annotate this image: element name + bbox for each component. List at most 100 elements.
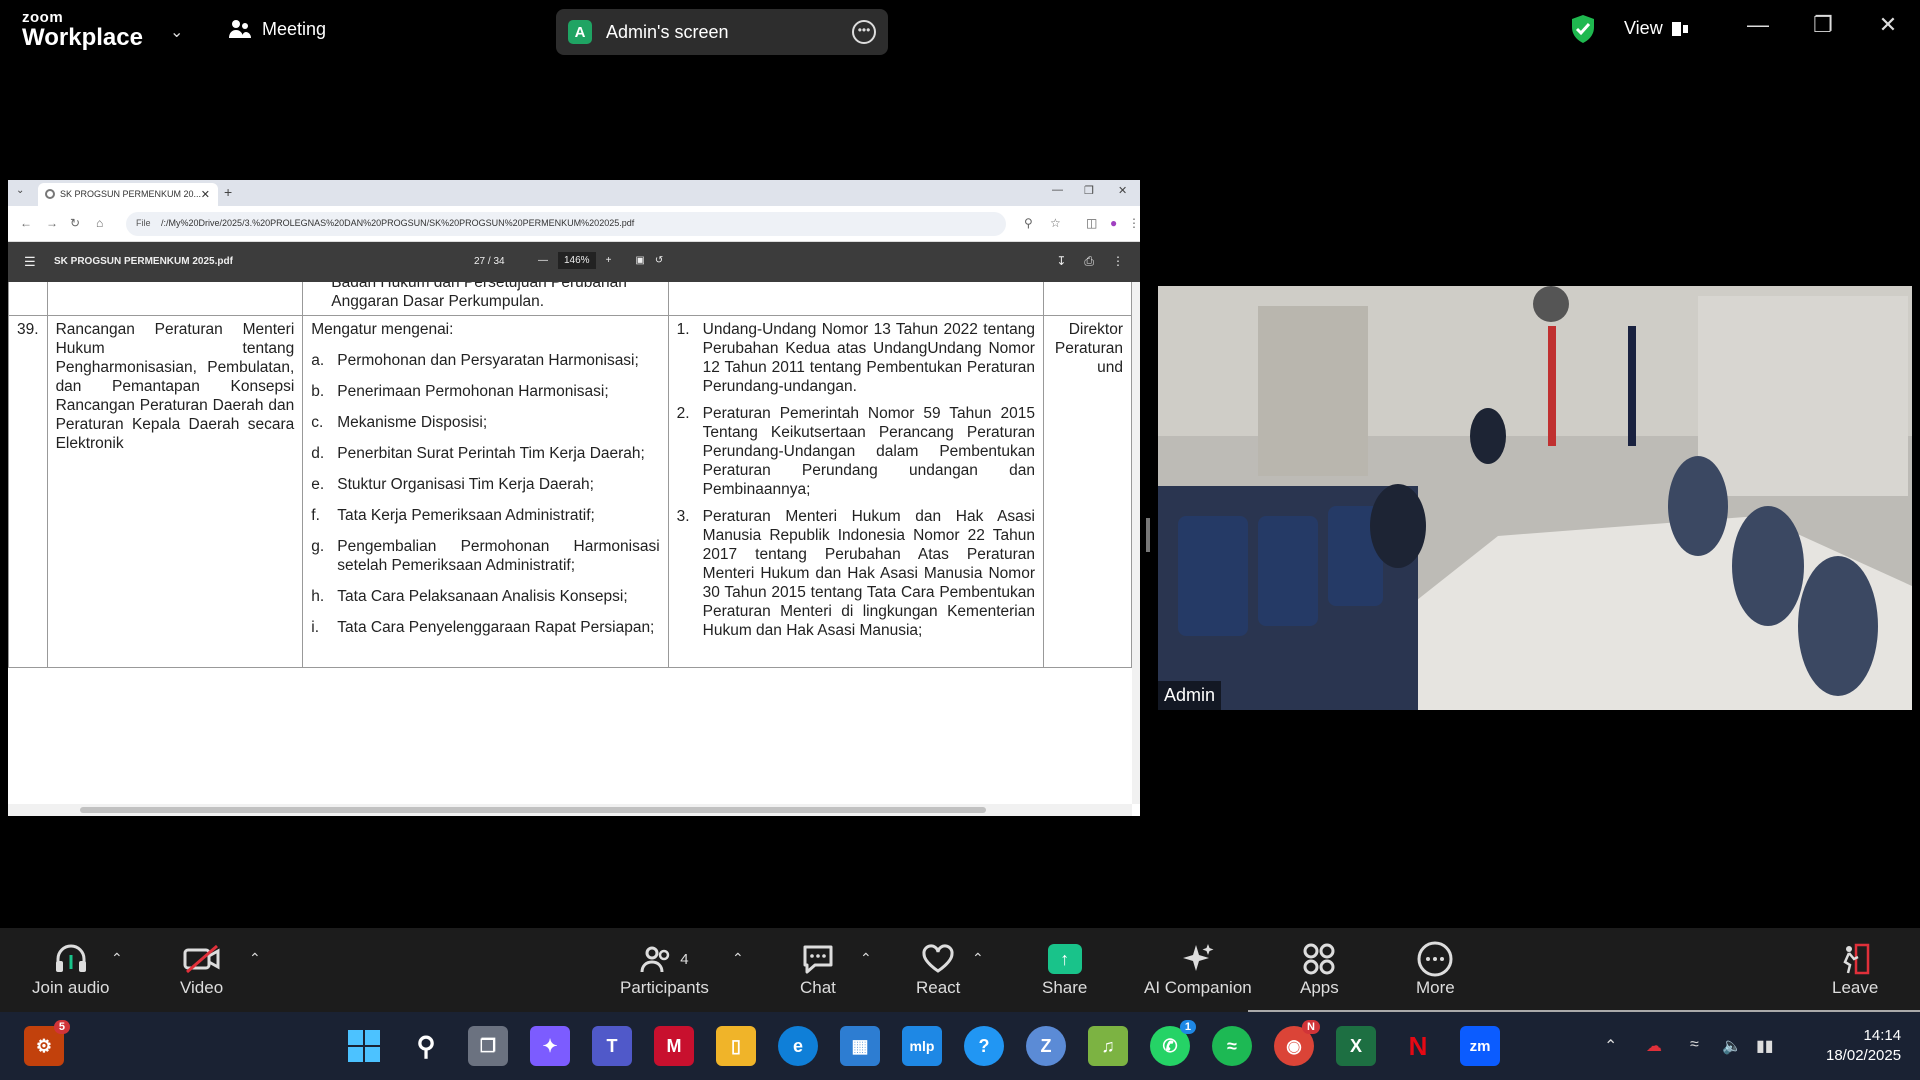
list-item: i. Tata Cara Penyelenggaraan Rapat Persia…	[311, 619, 655, 636]
encryption-shield-icon[interactable]	[1570, 14, 1596, 44]
music-app-icon[interactable]: ♫	[1088, 1026, 1128, 1066]
windows-start-icon[interactable]	[344, 1026, 384, 1066]
profile-icon[interactable]: ●	[1110, 216, 1117, 230]
share-button[interactable]: ↑ Share	[1042, 940, 1087, 998]
edge-icon[interactable]: e	[778, 1026, 818, 1066]
download-icon[interactable]: ↧	[1056, 254, 1066, 269]
minimize-icon[interactable]: —	[1738, 12, 1778, 38]
rotate-icon[interactable]: ↺	[655, 255, 663, 266]
copilot-icon[interactable]: ✦	[530, 1026, 570, 1066]
chevron-down-icon[interactable]: ⌄	[170, 22, 183, 42]
video-options-caret[interactable]: ⌃	[249, 950, 261, 967]
sparkle-icon	[1182, 944, 1214, 971]
extensions-icon[interactable]: ◫	[1086, 216, 1097, 230]
panel-resize-handle[interactable]	[1146, 518, 1150, 552]
regulation-scope: Mengatur mengenai: a. Permohonan dan Pers…	[302, 315, 669, 668]
horizontal-scrollbar[interactable]	[8, 804, 1132, 816]
screen-share-indicator[interactable]: A Admin's screen •••	[556, 9, 888, 55]
vertical-scrollbar[interactable]	[1132, 282, 1140, 804]
participants-button[interactable]: 4 Participants	[620, 940, 709, 998]
react-options-caret[interactable]: ⌃	[972, 950, 984, 967]
microsoft-store-icon[interactable]: ▦	[840, 1026, 880, 1066]
url-input[interactable]: File /:/My%20Drive/2025/3.%20PROLEGNAS%2…	[126, 212, 1006, 236]
owner-line: Peraturan	[1054, 340, 1123, 357]
netflix-icon[interactable]: N	[1398, 1026, 1438, 1066]
close-tab-icon[interactable]: ✕	[201, 188, 210, 201]
chrome-icon[interactable]: ◉ N	[1274, 1020, 1320, 1066]
leave-label: Leave	[1832, 978, 1879, 997]
list-item: d. Penerbitan Surat Perintah Tim Kerja Da…	[311, 445, 645, 462]
browser-minimize-icon[interactable]: —	[1052, 184, 1063, 196]
participants-icon	[640, 946, 670, 973]
more-options-icon[interactable]: •••	[852, 20, 876, 44]
url-file-label: File	[136, 218, 151, 228]
zoom-meeting-icon[interactable]: Z	[1026, 1026, 1066, 1066]
zoom-in-icon[interactable]: +	[606, 255, 612, 266]
excel-icon[interactable]: X	[1336, 1026, 1376, 1066]
browser-restore-icon[interactable]: ❐	[1084, 184, 1094, 197]
chat-button[interactable]: Chat	[800, 940, 836, 998]
tray-overflow-icon[interactable]: ⌃	[1604, 1036, 1617, 1056]
restore-icon[interactable]: ❐	[1803, 12, 1843, 38]
zoom-app-icon[interactable]: zm	[1460, 1026, 1500, 1066]
teams-icon[interactable]: T	[592, 1026, 632, 1066]
pdf-more-icon[interactable]: ⋮	[1112, 254, 1124, 269]
fit-page-icon[interactable]: ▣	[635, 255, 644, 266]
video-button[interactable]: Video	[180, 940, 223, 998]
chat-options-caret[interactable]: ⌃	[860, 950, 872, 967]
apps-button[interactable]: Apps	[1300, 940, 1339, 998]
tab-search-icon[interactable]: ⌄	[16, 185, 24, 196]
forward-icon[interactable]: →	[46, 216, 58, 230]
pdf-menu-icon[interactable]: ☰	[24, 254, 36, 270]
prev-row-scope-tail: Badan Hukum dan Persetujuan Perubahan An…	[302, 282, 669, 316]
spotify-icon[interactable]: ≈	[1212, 1026, 1252, 1066]
leave-button[interactable]: Leave	[1832, 940, 1878, 998]
mcafee-icon[interactable]: M	[654, 1026, 694, 1066]
onedrive-error-icon[interactable]: ☁	[1646, 1036, 1662, 1056]
file-explorer-icon[interactable]: ▯	[716, 1026, 756, 1066]
scrollbar-thumb[interactable]	[80, 807, 986, 813]
zoom-level[interactable]: 146%	[558, 252, 596, 269]
browser-tab[interactable]: SK PROGSUN PERMENKUM 20... ✕	[38, 183, 218, 206]
new-tab-icon[interactable]: +	[224, 184, 232, 200]
wifi-icon[interactable]: ≈	[1690, 1036, 1699, 1054]
reload-icon[interactable]: ↻	[70, 216, 80, 230]
browser-close-icon[interactable]: ✕	[1118, 184, 1127, 197]
shared-screen: ⌄ SK PROGSUN PERMENKUM 20... ✕ + — ❐ ✕ ←…	[8, 180, 1140, 816]
zoom-out-icon[interactable]: —	[538, 255, 548, 266]
more-button[interactable]: More	[1416, 940, 1455, 998]
participants-options-caret[interactable]: ⌃	[732, 950, 744, 967]
view-button[interactable]: View	[1624, 18, 1689, 39]
video-off-icon	[183, 944, 220, 974]
audio-options-caret[interactable]: ⌃	[111, 950, 123, 967]
page-current: 27	[474, 256, 486, 267]
browser-address-bar: ← → ↻ ⌂ File /:/My%20Drive/2025/3.%20PRO…	[8, 206, 1140, 242]
help-icon[interactable]: ?	[964, 1026, 1004, 1066]
browser-tab-strip: ⌄ SK PROGSUN PERMENKUM 20... ✕ + — ❐ ✕	[8, 180, 1140, 206]
volume-icon[interactable]: 🔈	[1722, 1036, 1742, 1056]
taskbar-clock[interactable]: 14:14 18/02/2025	[1826, 1026, 1901, 1066]
ai-companion-button[interactable]: AI Companion	[1144, 940, 1252, 998]
zoom-lens-icon[interactable]: ⚲	[1024, 216, 1033, 230]
task-view-icon[interactable]: ❐	[468, 1026, 508, 1066]
windows-taskbar: ⚙ 5 ⚲ ❐ ✦ T M ▯ e ▦ mlp ? Z ♫ ✆ 1 ≈ ◉ N X N…	[0, 1012, 1920, 1080]
bookmark-star-icon[interactable]: ☆	[1050, 216, 1061, 230]
brand-small: zoom	[22, 9, 64, 26]
meeting-button[interactable]: Meeting	[228, 18, 326, 40]
mobile-app-icon[interactable]: mlp	[902, 1026, 942, 1066]
close-icon[interactable]: ✕	[1868, 12, 1908, 38]
pdf-page-indicator[interactable]: 27 / 34	[474, 256, 505, 267]
battery-icon[interactable]: ▮▮	[1756, 1036, 1774, 1056]
back-icon[interactable]: ←	[20, 216, 32, 230]
browser-menu-icon[interactable]: ⋮	[1128, 216, 1140, 230]
participant-video-tile[interactable]: Admin	[1158, 286, 1912, 710]
print-icon[interactable]: ⎙	[1084, 254, 1094, 269]
game-app-icon[interactable]: ⚙ 5	[24, 1020, 70, 1066]
whatsapp-icon[interactable]: ✆ 1	[1150, 1020, 1196, 1066]
join-audio-button[interactable]: Join audio	[32, 940, 110, 998]
home-icon[interactable]: ⌂	[96, 216, 103, 230]
owner-unit: Direktor Peraturan und	[1042, 315, 1132, 668]
search-icon[interactable]: ⚲	[406, 1026, 446, 1066]
react-button[interactable]: React	[916, 940, 960, 998]
share-arrow-icon: ↑	[1047, 944, 1082, 974]
